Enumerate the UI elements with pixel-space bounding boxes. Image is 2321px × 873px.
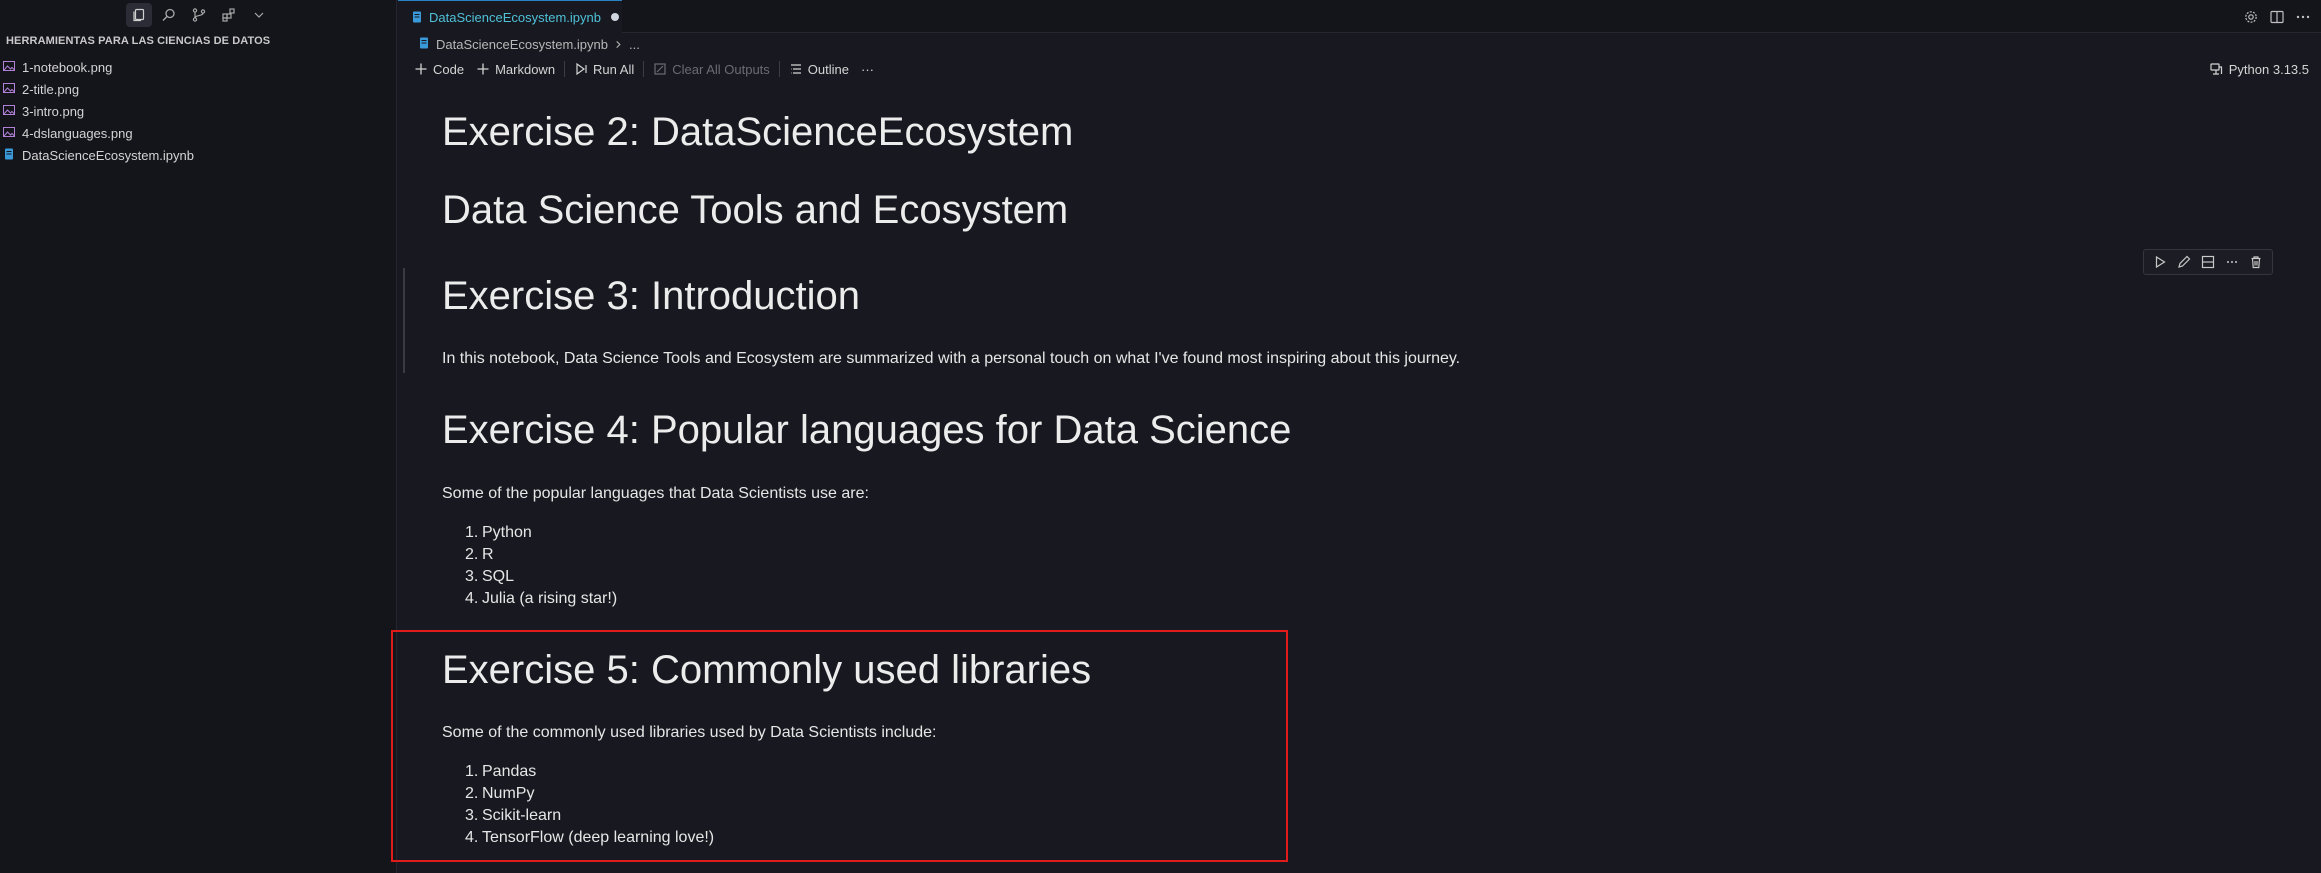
kernel-name: Python 3.13.5 <box>2228 61 2309 77</box>
sidebar: HERRAMIENTAS PARA LAS CIENCIAS DE DATOS … <box>0 0 397 873</box>
editor-area: DataScienceEcosystem.ipynb DataScienceEc… <box>391 0 2321 873</box>
file-name: 2-title.png <box>22 81 80 97</box>
clear-outputs-icon <box>654 63 666 75</box>
heading-exercise-2: Exercise 2: DataScienceEcosystem <box>442 110 1074 154</box>
heading-exercise-4: Exercise 4: Popular languages for Data S… <box>442 408 1292 452</box>
image-file-icon <box>3 82 17 96</box>
notebook-file-icon <box>418 37 430 52</box>
outline-button[interactable]: Outline <box>783 58 855 80</box>
toolbar-divider <box>778 61 780 77</box>
list-item: 4. TensorFlow (deep learning love!) <box>465 829 715 846</box>
list-item: 1. Python <box>465 524 532 541</box>
libraries-list: 1. Pandas 2. NumPy 3. Scikit-learn 4. Tensor… <box>465 761 714 849</box>
file-name: 4-dslanguages.png <box>22 125 133 141</box>
image-file-icon <box>3 104 17 118</box>
heading-exercise-3: Exercise 3: Introduction <box>442 274 860 318</box>
run-cell-icon[interactable] <box>2153 255 2167 269</box>
more-actions-icon[interactable] <box>2295 9 2311 25</box>
view-switcher <box>0 0 397 30</box>
notebook-toolbar: Code Markdown Run All Clear All Outputs … <box>408 58 880 80</box>
chevron-down-icon[interactable] <box>246 3 272 27</box>
breadcrumb-more[interactable]: ... <box>629 37 640 52</box>
heading-title: Data Science Tools and Ecosystem <box>442 188 1069 232</box>
tab-title: DataScienceEcosystem.ipynb <box>429 9 601 25</box>
unsaved-dot-icon[interactable] <box>610 13 619 21</box>
intro-paragraph: In this notebook, Data Science Tools and… <box>442 350 1461 367</box>
add-markdown-cell-button[interactable]: Markdown <box>470 58 561 80</box>
breadcrumb-file[interactable]: DataScienceEcosystem.ipynb <box>436 37 608 52</box>
file-item[interactable]: 2-title.png <box>0 78 397 100</box>
breadcrumb: DataScienceEcosystem.ipynb ... <box>418 34 640 54</box>
explorer-icon[interactable] <box>125 3 152 27</box>
explorer-title: HERRAMIENTAS PARA LAS CIENCIAS DE DATOS <box>6 35 271 47</box>
file-item[interactable]: DataScienceEcosystem.ipynb <box>0 144 397 166</box>
delete-cell-icon[interactable] <box>2249 255 2263 269</box>
cell-focus-indicator <box>403 268 405 373</box>
source-control-icon[interactable] <box>186 3 212 27</box>
list-item: 1. Pandas <box>465 763 537 780</box>
kernel-icon <box>2210 63 2222 75</box>
heading-exercise-5: Exercise 5: Commonly used libraries <box>442 648 1092 692</box>
plus-icon <box>477 63 489 75</box>
list-item: 3. SQL <box>465 568 515 585</box>
outline-icon <box>790 64 801 74</box>
notebook-file-icon <box>3 148 17 162</box>
languages-intro: Some of the popular languages that Data … <box>442 485 869 502</box>
toolbar-more-button[interactable]: ··· <box>855 58 880 80</box>
breadcrumb-chevron-icon <box>614 37 623 52</box>
vscode-window: HERRAMIENTAS PARA LAS CIENCIAS DE DATOS … <box>0 0 2321 873</box>
libraries-intro: Some of the commonly used libraries used… <box>442 724 937 741</box>
file-item[interactable]: 4-dslanguages.png <box>0 122 397 144</box>
tab-notebook[interactable]: DataScienceEcosystem.ipynb <box>398 0 622 33</box>
notebook-file-icon <box>411 11 423 23</box>
extensions-icon[interactable] <box>216 3 242 27</box>
list-item: 2. R <box>465 546 494 563</box>
file-name: 3-intro.png <box>22 103 85 119</box>
image-file-icon <box>3 126 17 140</box>
settings-gear-icon[interactable] <box>2243 9 2259 25</box>
plus-icon <box>415 63 427 75</box>
split-cell-icon[interactable] <box>2201 255 2215 269</box>
search-icon[interactable] <box>156 3 182 27</box>
run-all-icon <box>576 62 587 76</box>
file-item[interactable]: 1-notebook.png <box>0 56 397 78</box>
list-item: 3. Scikit-learn <box>465 807 562 824</box>
file-item[interactable]: 3-intro.png <box>0 100 397 122</box>
file-name: 1-notebook.png <box>22 59 113 75</box>
cell-more-icon[interactable] <box>2225 255 2239 269</box>
file-name: DataScienceEcosystem.ipynb <box>22 147 194 163</box>
add-code-cell-button[interactable]: Code <box>408 58 470 80</box>
toolbar-divider <box>643 61 645 77</box>
list-item: 2. NumPy <box>465 785 535 802</box>
editor-actions <box>2243 0 2311 33</box>
languages-list: 1. Python 2. R 3. SQL 4. Julia (a rising sta… <box>465 522 617 610</box>
split-editor-icon[interactable] <box>2269 9 2285 25</box>
tab-bar: DataScienceEcosystem.ipynb <box>398 0 2321 33</box>
kernel-picker[interactable]: Python 3.13.5 <box>2209 58 2309 80</box>
clear-all-outputs-button[interactable]: Clear All Outputs <box>647 58 776 80</box>
run-all-button[interactable]: Run All <box>568 58 640 80</box>
image-file-icon <box>3 60 17 74</box>
toolbar-divider <box>564 61 566 77</box>
file-list: 1-notebook.png 2-title.png 3-intro.png 4… <box>0 56 397 166</box>
cell-toolbar <box>2143 249 2273 275</box>
edit-cell-icon[interactable] <box>2177 255 2191 269</box>
list-item: 4. Julia (a rising star!) <box>465 590 618 607</box>
